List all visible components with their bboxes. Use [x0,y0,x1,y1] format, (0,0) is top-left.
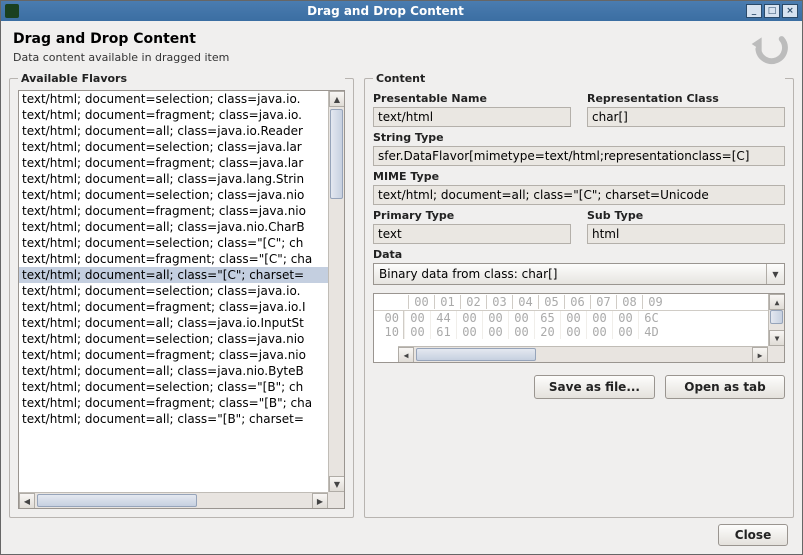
scroll-down-arrow[interactable]: ▼ [769,330,785,346]
hex-viewer[interactable]: 0001020304050607080900004400000065000000… [373,293,785,363]
flavor-list-item[interactable]: text/html; document=all; class=java.io.I… [19,315,328,331]
scroll-thumb-horizontal[interactable] [416,348,536,361]
primary-type-field: text [373,224,571,244]
window-controls: _ □ × [746,4,798,18]
flavor-list-item[interactable]: text/html; document=selection; class=jav… [19,283,328,299]
flavor-list-item[interactable]: text/html; document=selection; class=jav… [19,139,328,155]
titlebar: Drag and Drop Content _ □ × [1,1,802,21]
minimize-button[interactable]: _ [746,4,762,18]
scroll-up-arrow[interactable]: ▲ [329,91,345,107]
content-area: Drag and Drop Content Data content avail… [1,21,802,554]
presentable-name-label: Presentable Name [373,92,571,105]
string-type-field: sfer.DataFlavor[mimetype=text/html;repre… [373,146,785,166]
main-split: Available Flavors text/html; document=se… [9,78,794,518]
representation-class-label: Representation Class [587,92,785,105]
flavors-vertical-scrollbar[interactable]: ▲ ▼ [328,91,344,492]
scroll-up-arrow[interactable]: ▲ [769,294,785,310]
scroll-down-arrow[interactable]: ▼ [329,476,345,492]
flavor-list-item[interactable]: text/html; document=fragment; class=java… [19,299,328,315]
flavor-list-item[interactable]: text/html; document=selection; class=jav… [19,91,328,107]
flavor-list-item[interactable]: text/html; document=all; class=java.io.R… [19,123,328,139]
flavor-list-item[interactable]: text/html; document=all; class="[C"; cha… [19,267,328,283]
flavor-list-item[interactable]: text/html; document=fragment; class="[B"… [19,395,328,411]
flavor-list-item[interactable]: text/html; document=fragment; class=java… [19,107,328,123]
app-icon [5,4,19,18]
flavor-list-item[interactable]: text/html; document=fragment; class=java… [19,155,328,171]
scroll-thumb-vertical[interactable] [330,109,343,199]
presentable-name-field: text/html [373,107,571,127]
hex-header-row: 00010203040506070809 [374,294,768,311]
scroll-corner [328,492,344,508]
content-form: Presentable Name text/html Representatio… [373,92,785,399]
content-legend: Content [373,72,785,85]
data-label: Data [373,248,785,261]
flavor-list-item[interactable]: text/html; document=all; class=java.nio.… [19,219,328,235]
scroll-right-arrow[interactable]: ▶ [312,493,328,509]
close-window-button[interactable]: × [782,4,798,18]
flavors-horizontal-scrollbar[interactable]: ◀ ▶ [19,492,328,508]
sub-type-label: Sub Type [587,209,785,222]
page-subtitle: Data content available in dragged item [13,51,229,64]
window: Drag and Drop Content _ □ × Drag and Dro… [0,0,803,555]
chevron-down-icon[interactable]: ▼ [766,264,784,284]
save-as-file-button[interactable]: Save as file... [534,375,655,399]
representation-class-field: char[] [587,107,785,127]
flavor-list-item[interactable]: text/html; document=fragment; class="[C"… [19,251,328,267]
flavor-list-item[interactable]: text/html; document=selection; class=jav… [19,187,328,203]
page-title: Drag and Drop Content [13,31,229,47]
hex-data-row: 000044000000650000006C [374,311,768,325]
flavor-list-item[interactable]: text/html; document=fragment; class=java… [19,203,328,219]
close-button[interactable]: Close [718,524,788,546]
sub-type-field: html [587,224,785,244]
maximize-button[interactable]: □ [764,4,780,18]
available-flavors-panel: Available Flavors text/html; document=se… [9,78,354,518]
content-buttons: Save as file... Open as tab [373,375,785,399]
flavor-list-item[interactable]: text/html; document=all; class=java.lang… [19,171,328,187]
scroll-thumb-horizontal[interactable] [37,494,197,507]
hex-vertical-scrollbar[interactable]: ▲ ▼ [768,294,784,346]
flavor-list-item[interactable]: text/html; document=selection; class="[C… [19,235,328,251]
scroll-corner [768,346,784,362]
scroll-thumb-vertical[interactable] [770,310,783,324]
scroll-right-arrow[interactable]: ▶ [752,347,768,363]
hex-data-row: 100061000000200000004D [374,325,768,339]
flavor-list-item[interactable]: text/html; document=selection; class="[B… [19,379,328,395]
header-text: Drag and Drop Content Data content avail… [13,31,229,64]
mime-type-field: text/html; document=all; class="[C"; cha… [373,185,785,205]
content-panel: Content Presentable Name text/html Repre… [364,78,794,518]
window-title: Drag and Drop Content [25,4,746,18]
flavor-list-item[interactable]: text/html; document=all; class=java.nio.… [19,363,328,379]
primary-type-label: Primary Type [373,209,571,222]
flavors-listbox[interactable]: text/html; document=selection; class=jav… [18,90,345,509]
string-type-label: String Type [373,131,785,144]
scroll-left-arrow[interactable]: ◀ [19,493,35,509]
header-row: Drag and Drop Content Data content avail… [9,27,794,78]
available-flavors-legend: Available Flavors [18,72,345,85]
mime-type-label: MIME Type [373,170,785,183]
data-combo-text: Binary data from class: char[] [374,267,766,281]
flavor-list-item[interactable]: text/html; document=all; class="[B"; cha… [19,411,328,427]
flavor-list-item[interactable]: text/html; document=selection; class=jav… [19,331,328,347]
footer-buttons: Close [9,518,794,546]
data-combo[interactable]: Binary data from class: char[] ▼ [373,263,785,285]
flavor-list-item[interactable]: text/html; document=fragment; class=java… [19,347,328,363]
hex-horizontal-scrollbar[interactable]: ◀ ▶ [398,346,768,362]
scroll-left-arrow[interactable]: ◀ [398,347,414,363]
open-as-tab-button[interactable]: Open as tab [665,375,785,399]
undo-reset-icon[interactable] [750,31,790,70]
